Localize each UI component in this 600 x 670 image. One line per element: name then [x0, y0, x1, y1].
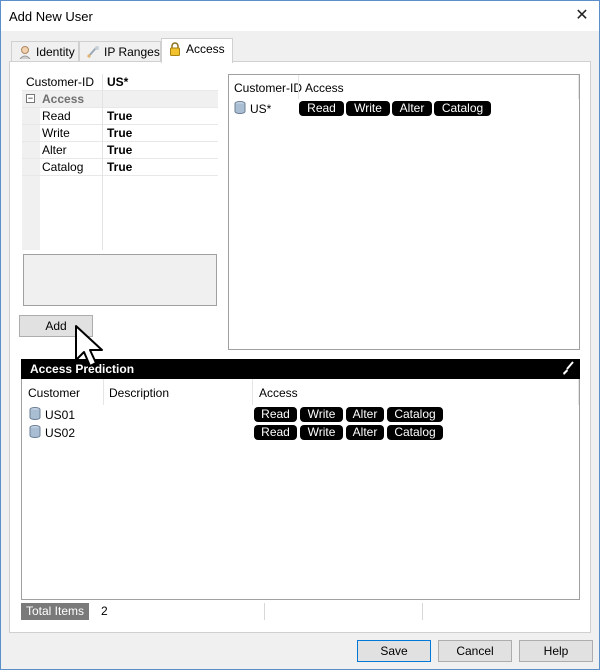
grid-row-catalog[interactable]: Catalog True — [22, 159, 218, 176]
property-grid[interactable]: Customer-ID US* − Access Read True Write… — [22, 74, 218, 250]
grid-category-label: Access — [42, 92, 85, 106]
grid-category-access[interactable]: − Access — [22, 91, 218, 108]
access-pill-alter[interactable]: Alter — [392, 101, 432, 116]
tab-label: IP Ranges — [104, 45, 160, 59]
grid-column-divider — [102, 74, 103, 250]
add-user-dialog: Add New User ✕ Identity IP Ranges Access… — [0, 0, 600, 670]
column-header-customer[interactable]: Customer — [28, 386, 80, 400]
status-separator — [422, 603, 423, 620]
access-pill-read[interactable]: Read — [254, 425, 297, 440]
brush-icon[interactable] — [561, 361, 575, 376]
dialog-footer: Save Cancel Help — [1, 633, 599, 669]
grid-label-alter: Alter — [42, 143, 67, 157]
database-icon — [234, 101, 246, 114]
lock-icon — [170, 42, 180, 56]
grid-row-write[interactable]: Write True — [22, 125, 218, 142]
column-header-description[interactable]: Description — [109, 386, 169, 400]
column-separator — [252, 379, 253, 405]
title-bar: Add New User ✕ — [1, 1, 599, 31]
grid-label-write: Write — [42, 126, 70, 140]
column-header-access[interactable]: Access — [305, 81, 344, 95]
tab-identity[interactable]: Identity — [11, 41, 79, 62]
list-item[interactable]: US* Read Write Alter Catalog — [229, 100, 579, 118]
access-pill-alter[interactable]: Alter — [346, 407, 384, 422]
grid-value-catalog[interactable]: True — [107, 160, 132, 174]
access-pill-read[interactable]: Read — [254, 407, 297, 422]
grid-row-alter[interactable]: Alter True — [22, 142, 218, 159]
grid-value-customer-id[interactable]: US* — [107, 75, 128, 89]
column-separator — [103, 379, 104, 405]
column-separator — [578, 75, 579, 99]
tab-ip-ranges[interactable]: IP Ranges — [79, 41, 161, 62]
window-title: Add New User — [9, 9, 93, 24]
person-icon — [19, 46, 31, 59]
tab-label: Identity — [36, 45, 75, 59]
status-bar: Total Items 2 — [21, 603, 580, 620]
status-separator — [264, 603, 265, 620]
tab-access[interactable]: Access — [161, 38, 233, 63]
grid-value-alter[interactable]: True — [107, 143, 132, 157]
grid-value-read[interactable]: True — [107, 109, 132, 123]
save-button[interactable]: Save — [357, 640, 431, 662]
grid-row-read[interactable]: Read True — [22, 108, 218, 125]
access-pill-catalog[interactable]: Catalog — [387, 407, 443, 422]
column-separator — [298, 75, 299, 99]
grid-label-read: Read — [42, 109, 71, 123]
prediction-customer: US01 — [45, 408, 76, 422]
total-items-value: 2 — [101, 604, 108, 618]
collapse-icon[interactable]: − — [26, 94, 35, 103]
access-pill-write[interactable]: Write — [300, 407, 343, 422]
access-pill-write[interactable]: Write — [346, 101, 390, 116]
prediction-list[interactable]: Customer Description Access US01 Read Wr… — [21, 379, 580, 600]
tab-label: Access — [186, 42, 225, 56]
access-pill-write[interactable]: Write — [300, 425, 343, 440]
access-pill-catalog[interactable]: Catalog — [434, 101, 491, 116]
total-items-label: Total Items — [21, 603, 89, 620]
access-tab-page: Customer-ID US* − Access Read True Write… — [9, 61, 591, 633]
database-icon — [29, 425, 41, 438]
cancel-button[interactable]: Cancel — [438, 640, 512, 662]
grid-row-customer-id[interactable]: Customer-ID US* — [22, 74, 218, 91]
database-icon — [29, 407, 41, 420]
access-pill-alter[interactable]: Alter — [346, 425, 384, 440]
mouse-cursor-icon — [75, 325, 103, 367]
help-button[interactable]: Help — [519, 640, 593, 662]
access-rules-list[interactable]: Customer-ID Access US* Read Write Alter … — [228, 74, 580, 350]
prediction-customer: US02 — [45, 426, 76, 440]
grid-label-customer-id: Customer-ID — [26, 75, 95, 89]
column-header-customer-id[interactable]: Customer-ID — [234, 81, 302, 95]
property-description-box — [23, 254, 217, 306]
access-pill-read[interactable]: Read — [299, 101, 344, 116]
close-button[interactable]: ✕ — [571, 5, 593, 27]
column-separator — [578, 379, 579, 405]
column-header-access[interactable]: Access — [259, 386, 298, 400]
grid-value-write[interactable]: True — [107, 126, 132, 140]
list-item[interactable]: US01 Read Write Alter Catalog — [22, 406, 579, 423]
ip-icon — [87, 46, 99, 58]
access-pill-catalog[interactable]: Catalog — [387, 425, 443, 440]
grid-label-catalog: Catalog — [42, 160, 84, 174]
list-item[interactable]: US02 Read Write Alter Catalog — [22, 424, 579, 441]
rule-customer-id: US* — [250, 102, 272, 116]
